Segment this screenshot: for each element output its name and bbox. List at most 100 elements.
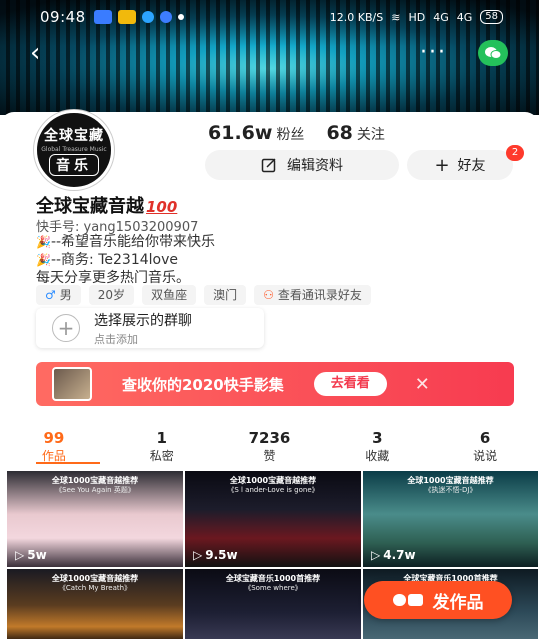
profile-tags: ♂ 男 20岁 双鱼座 澳门 ⚇ 查看通讯录好友 — [36, 285, 371, 305]
app-notification-icon — [93, 10, 112, 24]
publish-button[interactable]: 发作品 — [364, 581, 512, 619]
promo-view-button[interactable]: 去看看 — [313, 372, 387, 396]
fans-stat[interactable]: 61.6w 粉丝 — [208, 122, 304, 144]
tab-count: 6 — [479, 429, 491, 447]
video-tile[interactable]: 全球宝藏音乐1000首推荐 《Some where》 — [185, 569, 361, 639]
status-bar: 09:48 12.0 KB/S ≋ HD 4G 4G 58 — [0, 0, 539, 34]
tab-private[interactable]: 1 私密 — [108, 429, 216, 469]
app-dot-icon — [159, 11, 172, 23]
video-views: ▷ 5w — [15, 548, 47, 562]
party-popper-icon: 🎉 — [36, 253, 51, 267]
video-tile[interactable]: 全球1000宝藏音越推荐 《执迷不悟-DJ》 ▷ 4.7w — [363, 471, 538, 567]
add-friend-button[interactable]: + 好友 — [407, 150, 513, 180]
promo-text: 查收你的2020快手影集 — [122, 375, 284, 394]
avatar[interactable]: 全球宝藏 Global Treasure Music 音乐 — [34, 110, 184, 190]
avatar-text-bottom: 音乐 — [49, 153, 99, 176]
profile-name-text: 全球宝藏音越 — [36, 196, 144, 217]
hd-label: HD — [408, 10, 426, 24]
status-time: 09:48 — [40, 8, 86, 26]
video-views: ▷ 9.5w — [193, 548, 238, 562]
video-tile[interactable]: 全球1000宝藏音越推荐 《Catch My Breath》 — [7, 569, 183, 639]
fans-label: 粉丝 — [276, 127, 305, 143]
tab-label: 说说 — [473, 449, 498, 463]
app-dot-icon — [141, 11, 154, 23]
wechat-icon[interactable] — [478, 40, 508, 66]
male-icon: ♂ — [45, 288, 56, 302]
play-icon: ▷ — [193, 548, 203, 562]
tab-count: 99 — [43, 429, 65, 447]
tag-gender: ♂ 男 — [36, 285, 81, 305]
close-icon[interactable]: ✕ — [415, 374, 430, 395]
add-circle-icon: + — [52, 314, 80, 342]
tab-favorites[interactable]: 3 收藏 — [323, 429, 431, 469]
tag-age: 20岁 — [88, 285, 135, 305]
avatar-image[interactable]: 全球宝藏 Global Treasure Music 音乐 — [34, 110, 114, 190]
tab-count: 3 — [372, 429, 383, 447]
tag-contacts[interactable]: ⚇ 查看通讯录好友 — [254, 285, 371, 305]
active-tab-indicator — [36, 462, 100, 464]
fans-count: 61.6w — [208, 122, 273, 144]
group-chat-title: 选择展示的群聊 — [94, 312, 192, 329]
avatar-text-mid: Global Treasure Music — [41, 145, 107, 153]
tab-moments[interactable]: 6 说说 — [431, 429, 539, 469]
friend-badge: 2 — [506, 145, 524, 161]
promo-thumbnail — [52, 367, 92, 401]
tag-zodiac: 双鱼座 — [142, 285, 197, 305]
profile-stats: 61.6w 粉丝 68 关注 — [208, 122, 385, 144]
profile-bio: 🎉--希望音乐能给你带来快乐 🎉--商务: Te2314love 每天分享更多热… — [36, 233, 215, 287]
camera-icon — [392, 594, 423, 606]
group-chat-subtitle: 点击添加 — [94, 332, 138, 346]
group-chat-text: 选择展示的群聊 点击添加 — [94, 310, 192, 347]
friend-label: 好友 — [457, 158, 486, 174]
group-chat-card[interactable]: + 选择展示的群聊 点击添加 — [36, 308, 264, 348]
contacts-icon: ⚇ — [263, 288, 274, 302]
video-tile[interactable]: 全球1000宝藏音越推荐 《S l ander-Love is gone》 ▷ 9… — [185, 471, 361, 567]
bio-line-2: --商务: Te2314love — [50, 252, 178, 268]
tag-gender-label: 男 — [59, 288, 72, 302]
signal1-label: 4G — [433, 10, 449, 24]
weibo-notification-icon — [117, 10, 136, 24]
promo-banner[interactable]: 查收你的2020快手影集 去看看 ✕ — [36, 362, 514, 406]
tab-label: 私密 — [149, 449, 174, 463]
battery-icon: 58 — [480, 10, 503, 24]
tab-likes[interactable]: 7236 赞 — [216, 429, 324, 469]
following-count: 68 — [326, 122, 353, 144]
video-subtitle: 《Catch My Breath》 — [58, 584, 132, 592]
signal2-label: 4G — [456, 10, 473, 24]
profile-name: 全球宝藏音越 100 — [36, 192, 177, 218]
more-dots-icon[interactable]: ··· — [420, 40, 447, 65]
video-view-count: 5w — [27, 548, 47, 562]
edit-icon — [261, 158, 276, 173]
video-tile[interactable]: 全球1000宝藏音越推荐 《See You Again 英题》 ▷ 5w — [7, 471, 183, 567]
bio-line-1: --希望音乐能给你带来快乐 — [50, 234, 216, 250]
video-subtitle: 《S l ander-Love is gone》 — [227, 486, 319, 494]
tag-contacts-label: 查看通讯录好友 — [277, 288, 362, 302]
network-speed: 12.0 KB/S — [329, 10, 384, 24]
tab-label: 收藏 — [365, 449, 390, 463]
edit-profile-button[interactable]: 编辑资料 — [205, 150, 399, 180]
status-notifications — [93, 10, 184, 24]
play-icon: ▷ — [371, 548, 381, 562]
tab-count: 7236 — [248, 429, 291, 447]
tab-label: 赞 — [263, 449, 276, 463]
video-subtitle: 《See You Again 英题》 — [55, 486, 135, 494]
party-popper-icon: 🎉 — [36, 235, 51, 249]
publish-label: 发作品 — [432, 592, 484, 613]
profile-cover[interactable]: 09:48 12.0 KB/S ≋ HD 4G 4G 58 ‹ ··· — [0, 0, 539, 115]
play-icon: ▷ — [15, 548, 25, 562]
video-subtitle: 《执迷不悟-DJ》 — [424, 486, 477, 494]
wifi-icon: ≋ — [391, 10, 401, 24]
video-views: ▷ 4.7w — [371, 548, 416, 562]
following-stat[interactable]: 68 关注 — [326, 122, 384, 144]
status-right: 12.0 KB/S ≋ HD 4G 4G 58 — [330, 10, 503, 24]
tag-location: 澳门 — [204, 285, 247, 305]
following-label: 关注 — [356, 127, 385, 143]
video-view-count: 4.7w — [383, 548, 416, 562]
hundred-badge-icon: 100 — [146, 198, 178, 216]
edit-profile-label: 编辑资料 — [287, 158, 343, 174]
avatar-text-top: 全球宝藏 — [44, 127, 104, 144]
more-notifications-icon — [177, 14, 184, 20]
video-subtitle: 《Some where》 — [244, 584, 302, 592]
tab-count: 1 — [156, 429, 167, 447]
back-icon[interactable]: ‹ — [30, 40, 40, 66]
